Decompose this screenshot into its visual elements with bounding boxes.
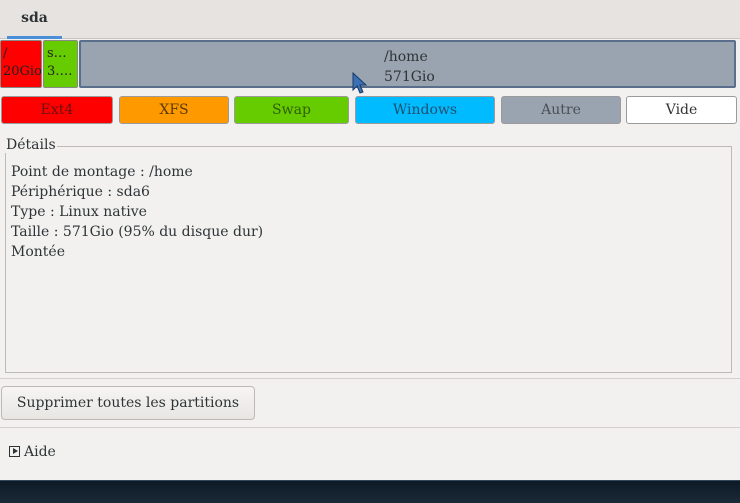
details-content: Point de montage : /home Périphérique : …	[11, 162, 263, 262]
partition-swap-size: 3….	[47, 64, 73, 79]
background-window-strip	[0, 480, 740, 503]
partition-root-size: 20Gio	[3, 64, 41, 79]
tab-sda[interactable]: sda	[7, 0, 62, 39]
partition-bar: / 20Gio s… 3…. /home 571Gio	[0, 40, 740, 90]
help-label: Aide	[24, 444, 56, 460]
partition-home[interactable]: /home 571Gio	[79, 40, 736, 88]
partition-legend: Ext4 XFS Swap Windows Autre Vide	[0, 96, 740, 126]
details-device: Périphérique : sda6	[11, 184, 150, 200]
help-expander[interactable]: Aide	[9, 443, 56, 461]
details-type: Type : Linux native	[11, 204, 147, 220]
expand-arrow-icon	[9, 446, 20, 457]
separator	[0, 378, 740, 379]
partition-home-size: 571Gio	[384, 69, 435, 85]
details-mount-point: Point de montage : /home	[11, 164, 193, 180]
partition-swap[interactable]: s… 3….	[43, 40, 78, 88]
details-title: Détails	[5, 137, 57, 153]
partition-root-mount: /	[3, 46, 8, 61]
partition-swap-mount: s…	[47, 46, 67, 61]
legend-autre[interactable]: Autre	[501, 96, 621, 124]
details-mounted: Montée	[11, 244, 65, 260]
mouse-pointer-icon	[352, 72, 368, 94]
legend-vide[interactable]: Vide	[626, 96, 737, 124]
separator	[0, 427, 740, 428]
delete-all-partitions-button[interactable]: Supprimer toutes les partitions	[1, 386, 255, 420]
partition-home-mount: /home	[384, 49, 428, 65]
legend-windows[interactable]: Windows	[355, 96, 495, 124]
legend-swap[interactable]: Swap	[234, 96, 349, 124]
tab-bar: sda	[0, 0, 740, 39]
partition-root[interactable]: / 20Gio	[0, 40, 42, 88]
details-size: Taille : 571Gio (95% du disque dur)	[11, 224, 264, 240]
legend-ext4[interactable]: Ext4	[1, 96, 113, 124]
legend-xfs[interactable]: XFS	[119, 96, 229, 124]
